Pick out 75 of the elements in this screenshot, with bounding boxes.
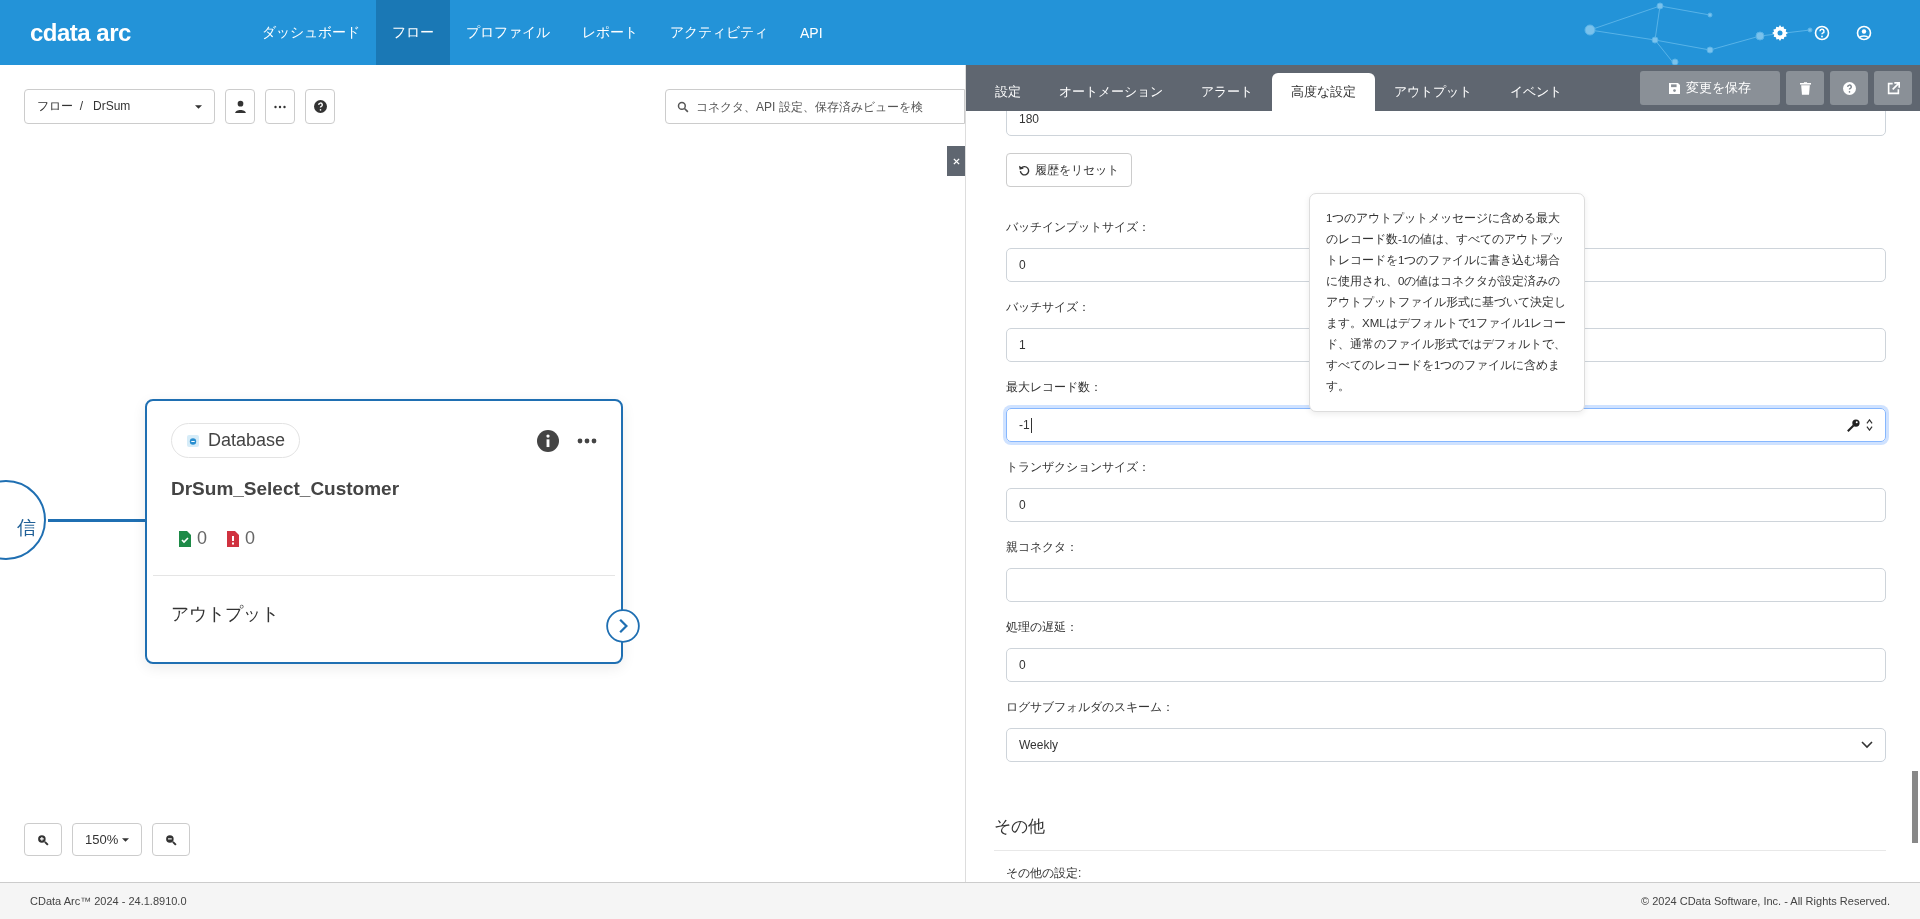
caret-icon bbox=[195, 104, 203, 109]
user-icon[interactable] bbox=[1856, 24, 1872, 41]
nav-tab[interactable]: API bbox=[784, 0, 839, 65]
save-button[interactable]: 変更を保存 bbox=[1640, 71, 1780, 105]
field-label: 最大レコード数： bbox=[1006, 379, 1102, 396]
scrollbar-thumb[interactable] bbox=[1912, 771, 1918, 843]
success-count: 0 bbox=[197, 528, 207, 549]
open-external-button[interactable] bbox=[1874, 71, 1912, 105]
zoom-dropdown[interactable]: 150% bbox=[72, 823, 143, 856]
input-field[interactable]: 180 bbox=[1006, 111, 1886, 136]
field-label: 親コネクタ： bbox=[1006, 539, 1078, 556]
reset-icon bbox=[1019, 164, 1030, 176]
close-panel-button[interactable] bbox=[947, 146, 965, 176]
connector-card[interactable]: Database DrSum_Select_Customer 0 0 アウトプット bbox=[145, 399, 623, 664]
help-button[interactable] bbox=[305, 89, 335, 124]
spinner-icon[interactable] bbox=[1866, 419, 1873, 431]
nav-tab[interactable]: アクティビティ bbox=[654, 0, 784, 65]
file-error-icon bbox=[227, 530, 239, 547]
delete-button[interactable] bbox=[1786, 71, 1824, 105]
nav-tab[interactable]: プロファイル bbox=[450, 0, 566, 65]
flow-node[interactable]: 信 bbox=[0, 480, 46, 560]
zoom-out-icon bbox=[165, 833, 178, 846]
chevron-down-icon bbox=[1861, 741, 1873, 749]
nav-tab[interactable]: ダッシュボード bbox=[246, 0, 376, 65]
user-icon bbox=[233, 100, 247, 113]
error-count: 0 bbox=[245, 528, 256, 549]
more-icon[interactable] bbox=[577, 437, 597, 444]
help-icon bbox=[1842, 81, 1856, 95]
chevron-right-icon[interactable] bbox=[606, 609, 640, 643]
nav-tab[interactable]: レポート bbox=[566, 0, 654, 65]
reset-history-button[interactable]: 履歴をリセット bbox=[1006, 153, 1132, 187]
caret-icon bbox=[122, 837, 130, 842]
key-icon bbox=[1847, 418, 1860, 432]
zoom-in-button[interactable] bbox=[24, 823, 62, 856]
search-field[interactable]: コネクタ、API 設定、保存済みビューを検 bbox=[665, 89, 965, 124]
section-heading: その他 bbox=[994, 815, 1886, 851]
select-field[interactable]: Weekly bbox=[1006, 728, 1886, 762]
flow-breadcrumb-dropdown[interactable]: フロー / DrSum bbox=[24, 89, 216, 124]
settings-icon[interactable] bbox=[1772, 24, 1788, 41]
help-icon[interactable] bbox=[1814, 24, 1830, 41]
external-link-icon bbox=[1886, 81, 1900, 95]
help-icon bbox=[313, 100, 327, 113]
zoom-in-icon bbox=[37, 833, 49, 846]
close-icon bbox=[952, 157, 960, 165]
user-button[interactable] bbox=[225, 89, 256, 124]
tooltip: 1つのアウトプットメッセージに含める最大のレコード数-1の値は、すべてのアウトプットレコードを1つのファイルに書き込む場合に使用され、0の値はコネクタが設定済みのアウトプットファイル形式に基づいて決定します。XMLはデフォルトで1ファイル1レコード、通常のファイル形式ではデフォルトで、すべてのレコードを1つのファイルに含めます。 bbox=[1309, 193, 1585, 412]
field-label: バッチインプットサイズ： bbox=[1006, 219, 1150, 236]
settings-tab[interactable]: アウトプット bbox=[1375, 73, 1491, 111]
input-field[interactable]: 0 bbox=[1006, 648, 1886, 682]
zoom-out-button[interactable] bbox=[152, 823, 191, 856]
settings-tab[interactable]: 設定 bbox=[976, 73, 1040, 111]
nav-tab[interactable]: フロー bbox=[376, 0, 450, 65]
field-label: ログサブフォルダのスキーム： bbox=[1006, 699, 1174, 716]
node-label: 信 bbox=[17, 516, 36, 540]
field-label: バッチサイズ： bbox=[1006, 299, 1090, 316]
trash-icon bbox=[1799, 81, 1811, 95]
output-label: アウトプット bbox=[171, 604, 279, 624]
ellipsis-icon bbox=[274, 104, 287, 109]
file-check-icon bbox=[179, 530, 191, 547]
settings-tab[interactable]: 高度な設定 bbox=[1272, 73, 1375, 111]
search-icon bbox=[677, 101, 689, 113]
copyright-text: © 2024 CData Software, Inc. - All Rights Reserved. bbox=[1641, 895, 1890, 907]
field-label: トランザクションサイズ： bbox=[1006, 459, 1150, 476]
logo[interactable]: cdata arc bbox=[30, 18, 230, 47]
settings-tab[interactable]: オートメーション bbox=[1040, 73, 1182, 111]
input-field[interactable]: 0 bbox=[1006, 488, 1886, 522]
database-icon bbox=[186, 433, 200, 448]
version-text: CData Arc™ 2024 - 24.1.8910.0 bbox=[30, 895, 187, 907]
settings-tab[interactable]: イベント bbox=[1491, 73, 1581, 111]
field-label: 処理の遅延： bbox=[1006, 619, 1078, 636]
settings-tab[interactable]: アラート bbox=[1182, 73, 1272, 111]
input-field[interactable] bbox=[1006, 568, 1886, 602]
field-label: その他の設定: bbox=[1006, 865, 1082, 882]
connector-name: DrSum_Select_Customer bbox=[170, 477, 401, 500]
info-icon[interactable] bbox=[537, 429, 559, 452]
